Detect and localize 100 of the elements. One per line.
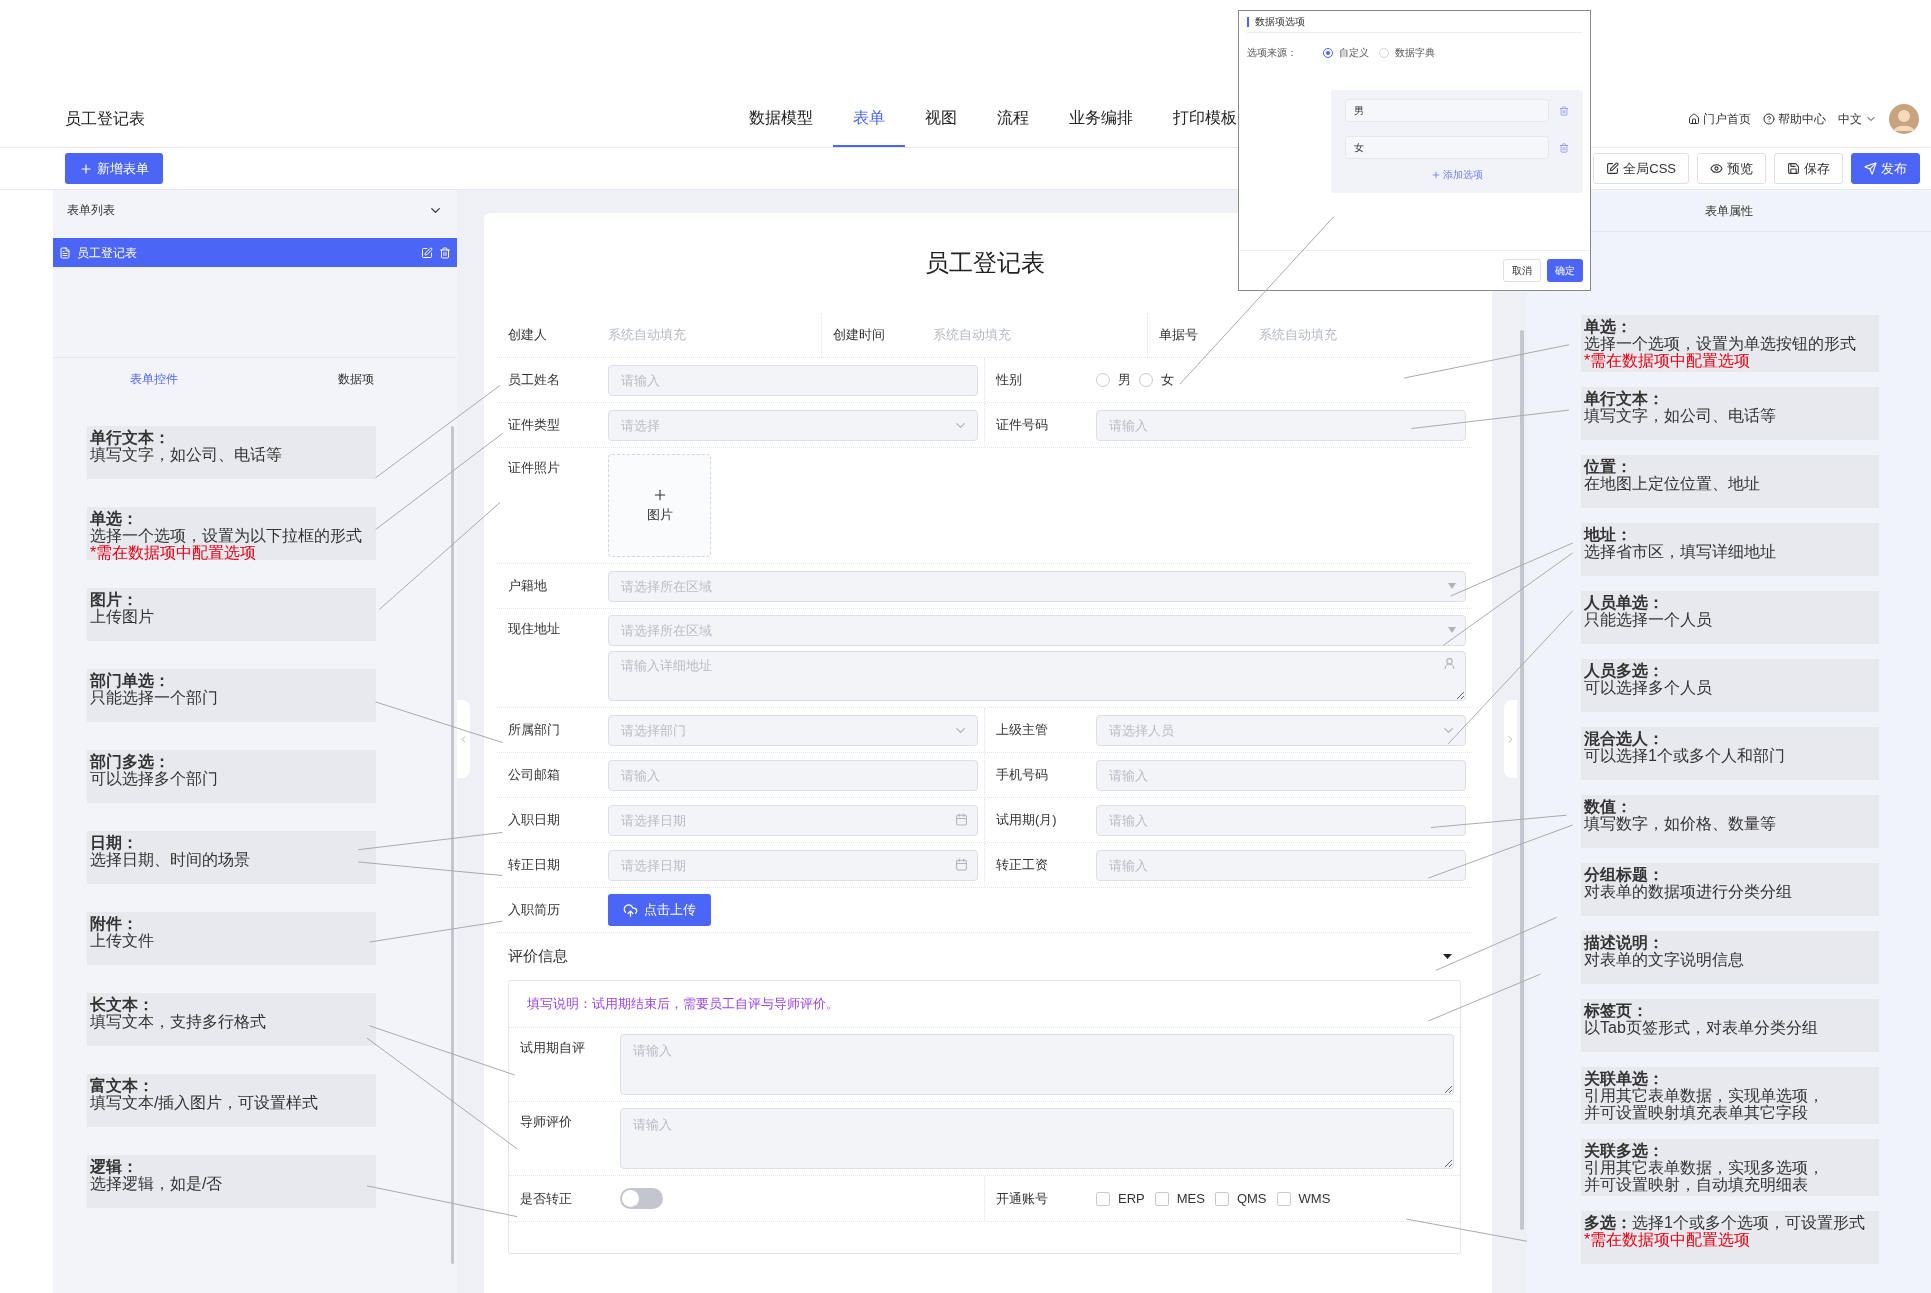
auto-fill-text: 系统自动填充 — [1258, 326, 1337, 345]
help-icon — [1763, 113, 1775, 125]
caret-icon — [1448, 582, 1456, 589]
panel-title: 表单属性 — [1705, 202, 1753, 220]
control-description: 对表单的文字说明信息 — [1584, 951, 1745, 968]
field-label: 证件号码 — [996, 416, 1049, 435]
form-title: 员工登记表 — [924, 248, 1045, 278]
field-label: 试用期(月) — [996, 811, 1058, 830]
checkbox-label: MES — [1176, 1189, 1205, 1208]
expand-handle[interactable] — [1504, 700, 1517, 778]
panel-tab[interactable]: 数据项 — [255, 358, 457, 400]
document-icon — [59, 246, 71, 259]
new-form-button[interactable]: 新增表单 — [65, 153, 163, 184]
confirm-button[interactable]: 确定 — [1547, 259, 1583, 282]
group-title: 评价信息 — [508, 946, 568, 967]
field-label: 手机号码 — [996, 766, 1049, 785]
toolbar-button[interactable]: 全局CSS — [1593, 153, 1689, 184]
control-description: 选择一个选项，设置为单选按钮的形式 — [1584, 335, 1857, 352]
auto-fill-text: 系统自动填充 — [608, 326, 686, 345]
control-description: 多选：选择1个或多个选项，可设置形式 — [1584, 1214, 1866, 1231]
language-select[interactable]: 中文 — [1838, 110, 1877, 128]
header-link[interactable]: 门户首页 — [1688, 110, 1751, 128]
plus-icon — [1431, 169, 1441, 180]
control-title: 富文本： — [90, 1077, 155, 1094]
option-field[interactable]: 女 — [1345, 136, 1549, 159]
radio-label: 男 — [1118, 371, 1131, 390]
control-title: 单选： — [1584, 318, 1633, 335]
form-list-item[interactable]: 员工登记表 — [53, 238, 457, 267]
field-label: 是否转正 — [520, 1189, 573, 1208]
edit-icon — [1606, 162, 1620, 175]
control-title: 部门单选： — [90, 672, 171, 689]
checkbox[interactable] — [1214, 1191, 1229, 1206]
caret-icon — [1448, 627, 1456, 633]
upload-button[interactable]: 点击上传 — [608, 894, 711, 926]
control-description: 选择省市区，填写详细地址 — [1584, 543, 1777, 560]
control-title: 地址： — [1584, 526, 1633, 543]
control-description: 选择逻辑，如是/否 — [90, 1175, 224, 1192]
option-field[interactable]: 男 — [1345, 99, 1549, 122]
trash-icon[interactable] — [1559, 105, 1569, 116]
control-description: 上传文件 — [90, 932, 155, 949]
nav-tab[interactable]: 数据模型 — [729, 91, 833, 147]
field-label: 创建时间 — [833, 326, 887, 345]
radio-label: 数据字典 — [1395, 46, 1435, 60]
control-title: 关联单选： — [1584, 1070, 1665, 1087]
control-title: 描述说明： — [1584, 934, 1665, 951]
field-label: 性别 — [996, 371, 1023, 390]
control-description: 并可设置映射，自动填充明细表 — [1584, 1176, 1809, 1193]
eye-icon — [1710, 162, 1723, 175]
control-title: 位置： — [1584, 458, 1632, 475]
toolbar-button[interactable]: 保存 — [1774, 153, 1843, 184]
field-label: 转正日期 — [508, 856, 561, 875]
panel-tab[interactable]: 表单控件 — [53, 358, 255, 400]
control-description: 以Tab页签形式，对表单分类分组 — [1584, 1019, 1819, 1036]
control-description: 只能选择一个人员 — [1584, 611, 1713, 628]
cancel-button[interactable]: 取消 — [1503, 259, 1541, 282]
trash-icon[interactable] — [1559, 142, 1569, 153]
toolbar-button[interactable]: 发布 — [1851, 153, 1920, 184]
control-title: 分组标题： — [1584, 866, 1665, 883]
checkbox[interactable] — [1096, 1191, 1110, 1206]
app-title: 员工登记表 — [64, 109, 146, 129]
form-name: 员工登记表 — [77, 244, 137, 262]
dialog-title: 数据项选项 — [1255, 15, 1305, 29]
field-label: 创建人 — [508, 326, 548, 345]
field-label: 入职日期 — [508, 811, 561, 830]
avatar-icon — [1889, 104, 1919, 134]
control-title: 图片： — [90, 591, 139, 608]
checkbox[interactable] — [1276, 1191, 1291, 1206]
trash-icon[interactable] — [439, 246, 451, 259]
image-upload[interactable]: 图片 — [608, 454, 711, 557]
collapse-handle[interactable] — [457, 700, 470, 778]
plus-icon — [79, 161, 93, 176]
nav-tab[interactable]: 视图 — [905, 91, 977, 147]
control-description: 选择日期、时间的场景 — [90, 851, 251, 868]
field-label: 选项来源： — [1247, 46, 1298, 60]
caret-icon[interactable] — [1443, 952, 1452, 961]
checkbox[interactable] — [1154, 1191, 1169, 1206]
control-description: 填写文本/插入图片，可设置样式 — [90, 1094, 320, 1111]
panel-title: 表单列表 — [67, 202, 115, 219]
nav-tab[interactable]: 流程 — [977, 91, 1049, 147]
nav-tab[interactable]: 业务编排 — [1049, 91, 1153, 147]
control-title: 数值： — [1584, 798, 1633, 815]
edit-icon[interactable] — [421, 246, 433, 259]
toggle-switch[interactable] — [620, 1188, 663, 1209]
checkbox-label: WMS — [1298, 1189, 1331, 1208]
control-description: 选择一个选项，设置为以下拉框的形式 — [90, 527, 363, 544]
radio-label: 自定义 — [1339, 46, 1369, 60]
header-link[interactable]: 帮助中心 — [1763, 110, 1826, 128]
cloud-upload-icon — [623, 902, 638, 918]
field-label: 试用期自评 — [520, 1039, 586, 1057]
control-description: 可以选择多个部门 — [90, 770, 219, 787]
control-title: 混合选人： — [1584, 730, 1665, 747]
control-title: 长文本： — [90, 996, 155, 1013]
field-label: 入职简历 — [508, 901, 561, 920]
description-text: 填写说明：试用期结束后，需要员工自评与导师评价。 — [527, 995, 839, 1014]
nav-tab[interactable]: 打印模板 — [1153, 91, 1257, 147]
field-label: 单据号 — [1158, 326, 1199, 345]
config-note: *需在数据项中配置选项 — [1584, 1231, 1752, 1248]
control-title: 日期： — [90, 834, 139, 851]
field-label: 现住地址 — [508, 620, 561, 638]
toolbar-button[interactable]: 预览 — [1697, 153, 1766, 184]
